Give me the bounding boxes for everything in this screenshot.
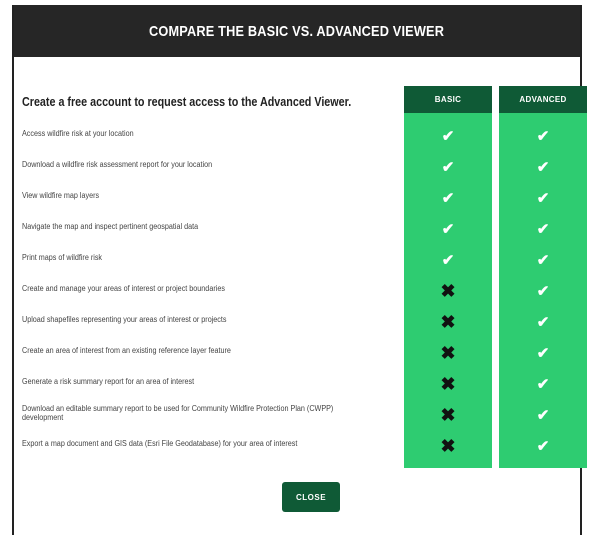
cross-icon: ✖ xyxy=(440,435,456,456)
check-icon: ✔ xyxy=(536,314,550,331)
check-icon: ✔ xyxy=(536,221,550,238)
feature-label: Export a map document and GIS data (Esri… xyxy=(22,439,298,448)
cross-icon: ✖ xyxy=(440,404,456,425)
feature-label: Access wildfire risk at your location xyxy=(22,129,134,138)
check-icon: ✔ xyxy=(536,438,550,455)
check-icon: ✔ xyxy=(536,190,550,207)
cross-icon: ✖ xyxy=(440,373,456,394)
feature-row: Print maps of wildfire risk ✔ ✔ xyxy=(14,247,580,276)
feature-row: Access wildfire risk at your location ✔ ✔ xyxy=(14,123,580,152)
feature-label: Download an editable summary report to b… xyxy=(22,404,334,422)
feature-row: Navigate the map and inspect pertinent g… xyxy=(14,216,580,245)
feature-row: Download a wildfire risk assessment repo… xyxy=(14,154,580,183)
feature-label: Create and manage your areas of interest… xyxy=(22,284,225,293)
feature-label: Upload shapefiles representing your area… xyxy=(22,315,227,324)
advanced-column-header: ADVANCED xyxy=(499,86,587,113)
feature-label: Navigate the map and inspect pertinent g… xyxy=(22,222,199,231)
modal-title: COMPARE THE BASIC VS. ADVANCED VIEWER xyxy=(149,22,445,40)
compare-modal: COMPARE THE BASIC VS. ADVANCED VIEWER Cr… xyxy=(12,5,587,535)
cross-icon: ✖ xyxy=(440,342,456,363)
feature-row: Download an editable summary report to b… xyxy=(14,402,580,431)
screen: COMPARE THE BASIC VS. ADVANCED VIEWER Cr… xyxy=(0,0,593,535)
check-icon: ✔ xyxy=(441,159,455,176)
feature-row: View wildfire map layers ✔ ✔ xyxy=(14,185,580,214)
feature-label: Print maps of wildfire risk xyxy=(22,253,103,262)
check-icon: ✔ xyxy=(536,376,550,393)
feature-row: Generate a risk summary report for an ar… xyxy=(14,371,580,400)
modal-header: COMPARE THE BASIC VS. ADVANCED VIEWER xyxy=(14,5,580,57)
check-icon: ✔ xyxy=(536,283,550,300)
check-icon: ✔ xyxy=(441,221,455,238)
basic-column-header: BASIC xyxy=(404,86,492,113)
feature-label: Generate a risk summary report for an ar… xyxy=(22,377,195,386)
feature-row: Create an area of interest from an exist… xyxy=(14,340,580,369)
cross-icon: ✖ xyxy=(440,311,456,332)
intro-text: Create a free account to request access … xyxy=(22,95,352,109)
close-button[interactable]: CLOSE xyxy=(282,482,340,512)
check-icon: ✔ xyxy=(536,407,550,424)
feature-label: Create an area of interest from an exist… xyxy=(22,346,231,355)
feature-row: Export a map document and GIS data (Esri… xyxy=(14,433,580,462)
feature-row: Create and manage your areas of interest… xyxy=(14,278,580,307)
feature-label: Download a wildfire risk assessment repo… xyxy=(22,160,213,169)
check-icon: ✔ xyxy=(536,128,550,145)
check-icon: ✔ xyxy=(441,190,455,207)
check-icon: ✔ xyxy=(536,345,550,362)
check-icon: ✔ xyxy=(441,128,455,145)
check-icon: ✔ xyxy=(441,252,455,269)
check-icon: ✔ xyxy=(536,159,550,176)
cross-icon: ✖ xyxy=(440,280,456,301)
feature-label: View wildfire map layers xyxy=(22,191,100,200)
feature-row: Upload shapefiles representing your area… xyxy=(14,309,580,338)
check-icon: ✔ xyxy=(536,252,550,269)
